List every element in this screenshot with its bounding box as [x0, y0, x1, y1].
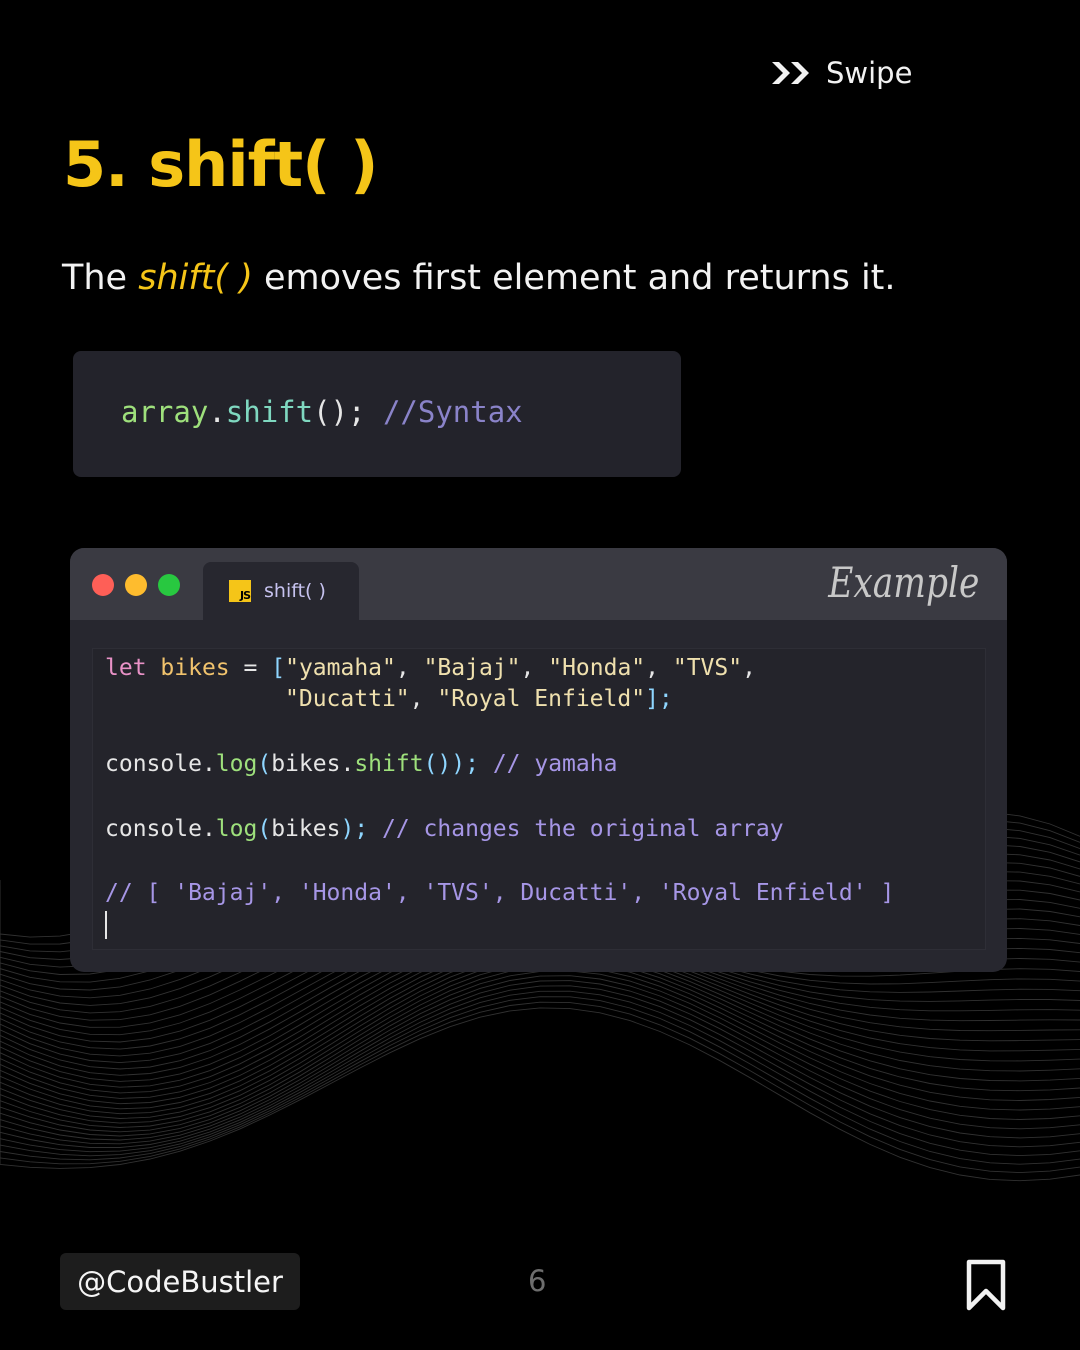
token-string: "Honda" [548, 655, 646, 681]
wave-line [0, 990, 1080, 1157]
syntax-method: shift [225, 395, 314, 429]
wave-line [0, 985, 1080, 1153]
wave-line [0, 1007, 1080, 1182]
code-line-1: let bikes = ["yamaha", "Bajaj", "Honda",… [105, 655, 756, 681]
syntax-punct: (); [313, 395, 366, 429]
code-line-3: console.log(bikes.shift()); // yamaha [105, 751, 618, 777]
text-caret [105, 911, 107, 939]
close-window-dot[interactable] [92, 574, 114, 596]
wave-line [0, 949, 1080, 1119]
description-highlight: shift( ) [138, 258, 253, 298]
bookmark-icon[interactable] [965, 1258, 1007, 1312]
wave-line [0, 975, 1080, 1145]
token-argument: bikes [271, 816, 341, 842]
token-punct: ); [340, 816, 369, 842]
token-function: log [215, 751, 258, 777]
token-comment: // yamaha [492, 751, 618, 777]
token-string: "yamaha" [285, 655, 396, 681]
token-keyword: let [105, 655, 147, 681]
syntax-object: array [121, 395, 209, 429]
author-handle[interactable]: @CodeBustler [60, 1253, 300, 1310]
token-punct: ()); [423, 751, 479, 777]
syntax-comment: //Syntax [382, 395, 523, 429]
token-object: console [105, 751, 202, 777]
code-area[interactable]: let bikes = ["yamaha", "Bajaj", "Honda",… [92, 648, 986, 950]
syntax-dot: . [208, 395, 226, 429]
editor-title-bar: JS shift( ) Example [70, 548, 1007, 620]
wave-line [0, 953, 1080, 1124]
token-function: shift [354, 751, 424, 777]
description-prefix: The [62, 258, 139, 298]
token-comment: // changes the original array [382, 816, 784, 842]
js-file-icon: JS [229, 580, 251, 602]
code-editor-window: JS shift( ) Example let bikes = ["yamaha… [70, 548, 1007, 972]
token-string: "Ducatti" [285, 686, 410, 712]
token-comment: // [ 'Bajaj', 'Honda', 'TVS', Ducatti', … [105, 880, 895, 906]
wave-line [0, 961, 1080, 1133]
token-variable: bikes [160, 655, 230, 681]
code-line-2: "Ducatti", "Royal Enfield"]; [285, 686, 673, 712]
double-chevron-right-icon [772, 62, 809, 84]
wave-line [0, 996, 1080, 1165]
token-argument: bikes [271, 751, 341, 777]
wave-line [0, 980, 1080, 1148]
swipe-hint[interactable]: Swipe [770, 56, 912, 90]
wave-line [0, 957, 1080, 1128]
minimize-window-dot[interactable] [125, 574, 147, 596]
swipe-label: Swipe [826, 56, 913, 90]
slide-description: The shift( ) emoves first element and re… [62, 258, 896, 298]
description-suffix: emoves first element and returns it. [252, 258, 896, 298]
code-line-4: console.log(bikes); // changes the origi… [105, 816, 784, 842]
token-string: "Royal Enfield" [437, 686, 646, 712]
maximize-window-dot[interactable] [158, 574, 180, 596]
example-label: Example [827, 558, 979, 607]
syntax-code: array.shift(); //Syntax [121, 395, 523, 429]
tab-label: shift( ) [264, 580, 326, 602]
page-number: 6 [528, 1264, 547, 1298]
token-operator: = [243, 655, 258, 681]
token-function: log [215, 816, 258, 842]
js-icon-label: JS [239, 589, 251, 602]
token-object: console [105, 816, 202, 842]
code-line-5: // [ 'Bajaj', 'Honda', 'TVS', Ducatti', … [105, 880, 894, 906]
token-bracket: ]; [645, 686, 673, 712]
wave-line [0, 965, 1080, 1137]
syntax-box: array.shift(); //Syntax [73, 351, 681, 477]
token-bracket: [ [271, 655, 286, 681]
tab-shift[interactable]: JS shift( ) [203, 562, 359, 620]
token-string: "Bajaj" [423, 655, 521, 681]
token-string: "TVS" [672, 655, 743, 681]
wave-line [0, 1001, 1080, 1174]
slide-title: 5. shift( ) [63, 128, 378, 201]
wave-line [0, 970, 1080, 1141]
